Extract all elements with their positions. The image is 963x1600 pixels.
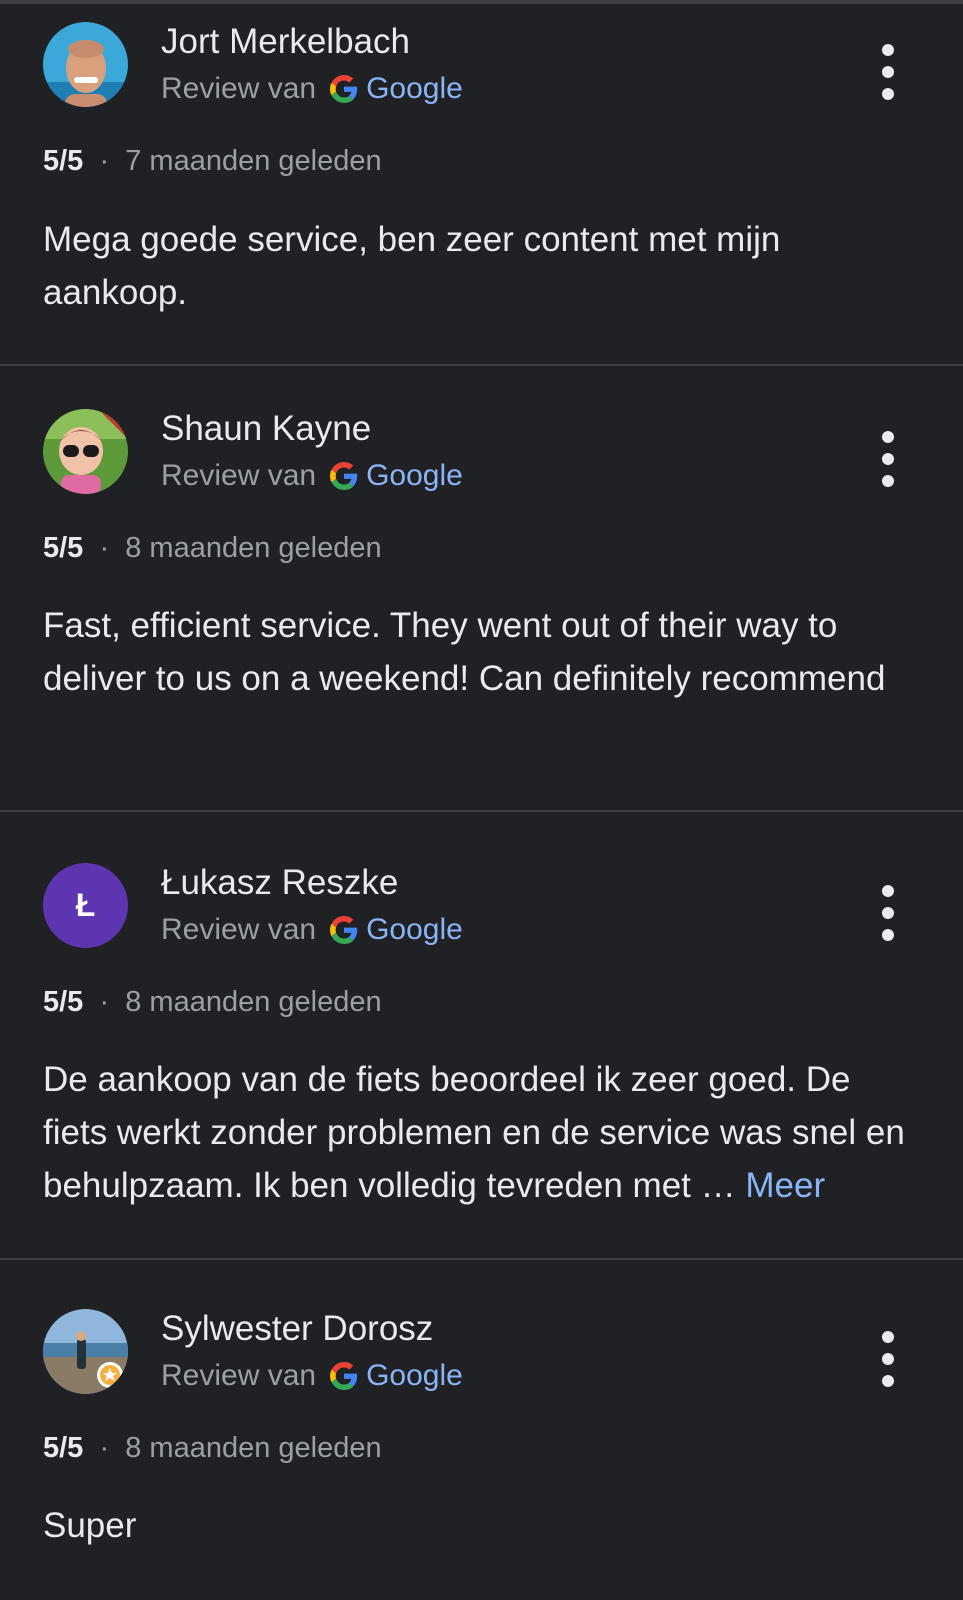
rating-score: 5/5 <box>43 986 84 1018</box>
read-more-link[interactable]: Meer <box>745 1166 825 1205</box>
separator: · <box>91 1432 118 1464</box>
google-g-icon <box>330 1362 358 1390</box>
author-name[interactable]: Shaun Kayne <box>161 409 371 449</box>
google-g-icon <box>330 75 358 103</box>
more-options-button[interactable] <box>870 429 906 489</box>
source-prefix: Review van <box>161 1359 317 1392</box>
avatar[interactable] <box>43 22 128 107</box>
google-link[interactable]: Google <box>366 72 463 106</box>
source-prefix: Review van <box>161 72 317 105</box>
more-vert-icon <box>882 44 894 56</box>
rating-line: 5/5 · 8 maanden geleden <box>43 1432 382 1465</box>
review-time: 8 maanden geleden <box>125 532 382 564</box>
source-prefix: Review van <box>161 459 317 492</box>
review-card: Sylwester Dorosz Review van Google 5/5 ·… <box>0 1258 963 1600</box>
more-vert-icon <box>882 1331 894 1343</box>
review-source: Review van Google <box>161 459 463 493</box>
author-name[interactable]: Jort Merkelbach <box>161 22 410 62</box>
separator: · <box>91 532 118 564</box>
google-g-icon <box>330 916 358 944</box>
review-card: Shaun Kayne Review van Google 5/5 · 8 ma… <box>0 366 963 812</box>
review-text: De aankoop van de fiets beoordeel ik zee… <box>43 1053 923 1212</box>
more-vert-icon <box>882 885 894 897</box>
more-options-button[interactable] <box>870 883 906 943</box>
review-time: 7 maanden geleden <box>125 145 382 177</box>
rating-line: 5/5 · 8 maanden geleden <box>43 532 382 565</box>
review-text: Mega goede service, ben zeer content met… <box>43 220 781 312</box>
rating-line: 5/5 · 8 maanden geleden <box>43 986 382 1019</box>
rating-line: 5/5 · 7 maanden geleden <box>43 145 382 178</box>
more-options-button[interactable] <box>870 42 906 102</box>
review-source: Review van Google <box>161 913 463 947</box>
review-card: Ł Łukasz Reszke Review van Google 5/5 · … <box>0 812 963 1260</box>
review-text: Fast, efficient service. They went out o… <box>43 606 886 698</box>
google-link[interactable]: Google <box>366 1359 463 1393</box>
rating-score: 5/5 <box>43 145 84 177</box>
separator: · <box>91 986 118 1018</box>
review-text: Super <box>43 1506 137 1545</box>
avatar[interactable] <box>43 1309 128 1394</box>
more-vert-icon <box>882 431 894 443</box>
review-time: 8 maanden geleden <box>125 986 382 1018</box>
google-link[interactable]: Google <box>366 913 463 947</box>
avatar[interactable]: Ł <box>43 863 128 948</box>
separator: · <box>91 145 118 177</box>
rating-score: 5/5 <box>43 532 84 564</box>
author-name[interactable]: Łukasz Reszke <box>161 863 398 903</box>
google-link[interactable]: Google <box>366 459 463 493</box>
review-source: Review van Google <box>161 72 463 106</box>
review-card: Jort Merkelbach Review van Google 5/5 · … <box>0 0 963 366</box>
google-g-icon <box>330 462 358 490</box>
more-options-button[interactable] <box>870 1329 906 1389</box>
review-source: Review van Google <box>161 1359 463 1393</box>
source-prefix: Review van <box>161 913 317 946</box>
review-time: 8 maanden geleden <box>125 1432 382 1464</box>
author-name[interactable]: Sylwester Dorosz <box>161 1309 433 1349</box>
rating-score: 5/5 <box>43 1432 84 1464</box>
avatar[interactable] <box>43 409 128 494</box>
